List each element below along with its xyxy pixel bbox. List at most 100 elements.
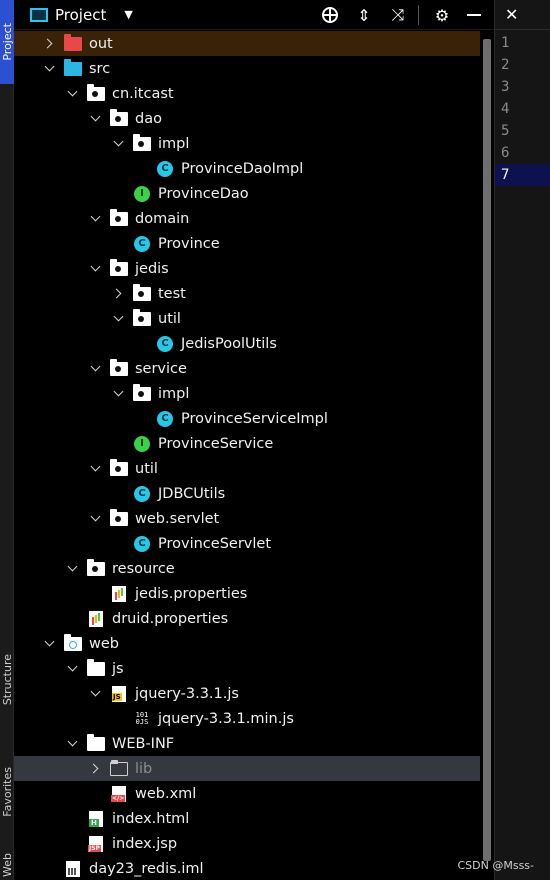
structure-tab-label: Structure: [0, 654, 14, 706]
web-tool-tab[interactable]: Web: [0, 850, 14, 880]
expand-all-icon[interactable]: ⇕: [354, 5, 374, 25]
tree-row[interactable]: lib: [14, 756, 480, 781]
chevron-down-icon[interactable]: [66, 88, 78, 100]
tree-row[interactable]: I ProvinceService: [14, 431, 480, 456]
tree-row[interactable]: impl: [14, 131, 480, 156]
project-tree: out src cn.itcast dao impl C ProvinceDaoImpl I P…: [14, 31, 480, 880]
tree-row[interactable]: impl: [14, 381, 480, 406]
package-icon: [110, 508, 128, 527]
hide-icon[interactable]: [464, 5, 484, 25]
locate-icon[interactable]: [320, 5, 340, 25]
class-icon: C: [156, 160, 174, 177]
tree-row[interactable]: day23_redis.iml: [14, 856, 480, 880]
tree-row[interactable]: service: [14, 356, 480, 381]
class-icon: C: [156, 410, 174, 427]
chevron-down-icon[interactable]: [112, 313, 124, 325]
tree-row[interactable]: WEB-INF: [14, 731, 480, 756]
chevron-down-icon[interactable]: [112, 138, 124, 150]
chevron-down-icon[interactable]: [89, 263, 101, 275]
structure-tool-tab[interactable]: Structure: [0, 640, 14, 720]
tree-row[interactable]: test: [14, 281, 480, 306]
chevron-down-icon[interactable]: [89, 513, 101, 525]
chevron-down-icon[interactable]: [66, 738, 78, 750]
tree-item-label: jedis.properties: [135, 585, 248, 602]
chevron-down-icon[interactable]: [43, 63, 55, 75]
package-icon: [133, 308, 151, 327]
tree-row[interactable]: util: [14, 306, 480, 331]
tree-item-label: ProvinceDaoImpl: [181, 160, 304, 177]
tree-row[interactable]: web: [14, 631, 480, 656]
tree-row[interactable]: out: [14, 31, 480, 56]
chevron-down-icon[interactable]: [89, 463, 101, 475]
tree-row[interactable]: resource: [14, 556, 480, 581]
package-icon: [87, 558, 105, 577]
tree-row[interactable]: web.xml: [14, 781, 480, 806]
chevron-right-icon[interactable]: [112, 288, 124, 300]
tree-row[interactable]: src: [14, 56, 480, 81]
class-icon: C: [156, 335, 174, 352]
chevron-down-icon[interactable]: [43, 638, 55, 650]
line-number: 4: [501, 101, 510, 117]
tree-item-label: impl: [158, 135, 190, 152]
chevron-down-icon[interactable]: [89, 213, 101, 225]
tree-item-label: test: [158, 285, 186, 302]
folder-icon: [87, 733, 105, 752]
project-view-title[interactable]: Project: [55, 6, 106, 24]
package-icon: [110, 258, 128, 277]
tree-row[interactable]: C ProvinceServiceImpl: [14, 406, 480, 431]
tree-row[interactable]: jedis.properties: [14, 581, 480, 606]
tree-row[interactable]: C JedisPoolUtils: [14, 331, 480, 356]
collapse-all-icon[interactable]: ⤨: [388, 5, 408, 25]
tree-row[interactable]: jquery-3.3.1.js: [14, 681, 480, 706]
min-js-file-icon: 101 0JS: [135, 710, 149, 726]
tree-row[interactable]: dao: [14, 106, 480, 131]
properties-file-icon: [110, 585, 128, 602]
tree-row[interactable]: index.jsp: [14, 831, 480, 856]
folder-web-icon: [64, 633, 82, 652]
js-file-icon: [110, 685, 128, 702]
folder-icon: [87, 658, 105, 677]
tree-row[interactable]: C ProvinceServlet: [14, 531, 480, 556]
chevron-right-icon[interactable]: [89, 763, 101, 775]
caret-down-icon[interactable]: ▼: [124, 8, 132, 21]
project-tool-tab[interactable]: Project: [0, 0, 14, 84]
chevron-down-icon[interactable]: [89, 688, 101, 700]
chevron-down-icon[interactable]: [89, 363, 101, 375]
close-tab-icon[interactable]: ✕: [495, 0, 550, 30]
tree-row[interactable]: I ProvinceDao: [14, 181, 480, 206]
chevron-down-icon[interactable]: [66, 663, 78, 675]
chevron-right-icon[interactable]: [43, 38, 55, 50]
chevron-down-icon[interactable]: [89, 113, 101, 125]
gear-icon[interactable]: ⚙: [432, 5, 452, 25]
package-icon: [133, 283, 151, 302]
tree-row[interactable]: cn.itcast: [14, 81, 480, 106]
editor-pane: ✕ 1 2 3 4 5 6 7: [494, 0, 550, 880]
tree-row[interactable]: domain: [14, 206, 480, 231]
tree-item-label: util: [135, 460, 158, 477]
toolbar-divider: [418, 5, 419, 25]
tree-row[interactable]: web.servlet: [14, 506, 480, 531]
chevron-down-icon[interactable]: [112, 388, 124, 400]
tree-row[interactable]: jedis: [14, 256, 480, 281]
web-tab-label: Web: [0, 853, 14, 877]
tree-row[interactable]: js: [14, 656, 480, 681]
tree-row[interactable]: C JDBCUtils: [14, 481, 480, 506]
tree-row[interactable]: C ProvinceDaoImpl: [14, 156, 480, 181]
tree-row[interactable]: index.html: [14, 806, 480, 831]
class-icon: C: [133, 235, 151, 252]
package-icon: [110, 208, 128, 227]
project-window-icon: [30, 7, 48, 22]
tree-item-label: lib: [135, 760, 153, 777]
interface-icon: I: [133, 185, 151, 202]
tree-row[interactable]: C Province: [14, 231, 480, 256]
iml-file-icon: [64, 860, 82, 877]
chevron-down-icon[interactable]: [66, 563, 78, 575]
tree-scrollbar[interactable]: [480, 31, 494, 880]
tree-row[interactable]: util: [14, 456, 480, 481]
tree-row[interactable]: druid.properties: [14, 606, 480, 631]
favorites-tool-tab[interactable]: Favorites: [0, 748, 14, 836]
tree-row[interactable]: 101 0JS jquery-3.3.1.min.js: [14, 706, 480, 731]
tree-item-label: cn.itcast: [112, 85, 174, 102]
line-number: 3: [501, 79, 510, 95]
scrollbar-thumb[interactable]: [483, 39, 491, 861]
